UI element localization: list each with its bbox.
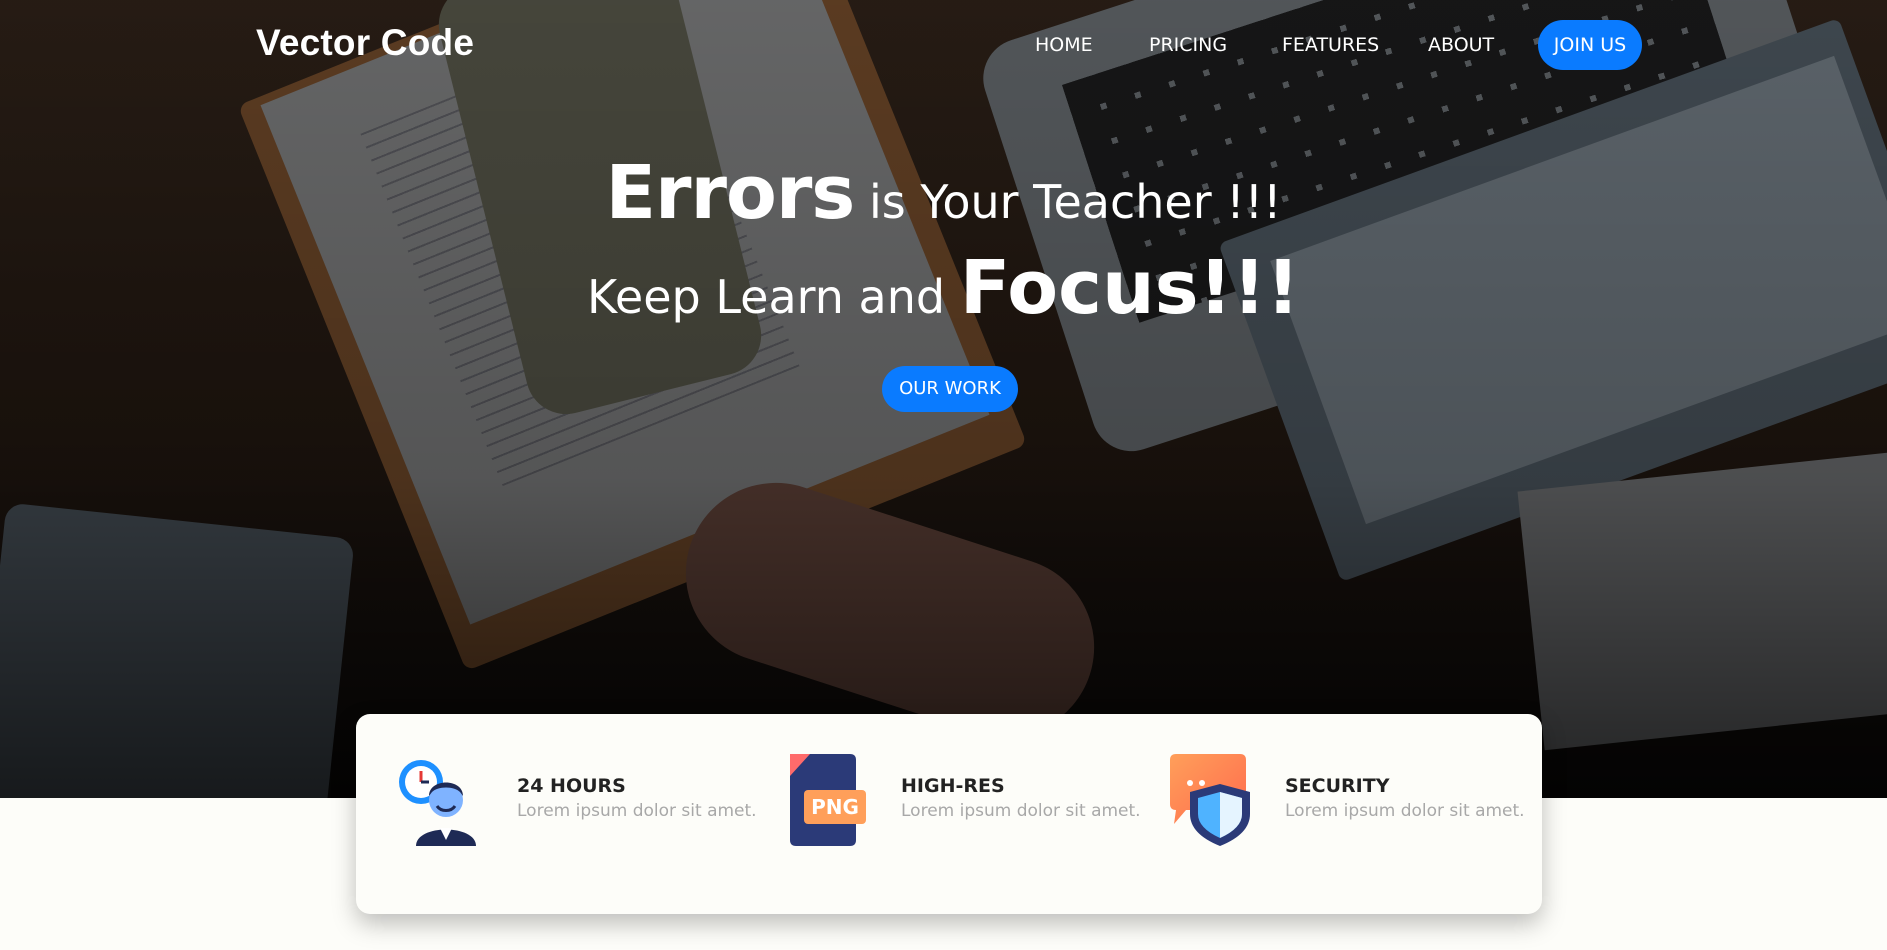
feature-title: SECURITY [1285, 775, 1390, 797]
hero-subheading-emphasis: Focus!!! [959, 245, 1300, 331]
hero-heading-text: is Your Teacher !!! [854, 175, 1282, 229]
feature-description: Lorem ipsum dolor sit amet. [517, 801, 757, 821]
png-label: PNG [811, 795, 859, 819]
hero-heading-line-1: Errors is Your Teacher !!! [0, 150, 1887, 236]
support-agent-clock-icon [399, 760, 476, 846]
nav-item-features[interactable]: FEATURES [1282, 34, 1379, 56]
feature-title: 24 HOURS [517, 775, 626, 797]
feature-item: PNG HIGH-RES Lorem ipsum dolor sit amet. [780, 754, 1150, 864]
brand-logo[interactable]: Vector Code [256, 22, 474, 64]
hero-heading-line-2: Keep Learn and Focus!!! [0, 245, 1887, 331]
nav-item-pricing[interactable]: PRICING [1149, 34, 1227, 56]
feature-description: Lorem ipsum dolor sit amet. [1285, 801, 1525, 821]
hero-heading-emphasis: Errors [605, 150, 855, 236]
feature-description: Lorem ipsum dolor sit amet. [901, 801, 1141, 821]
nav-item-about[interactable]: ABOUT [1428, 34, 1494, 56]
png-file-icon: PNG [790, 754, 866, 846]
join-us-button[interactable]: JOIN US [1538, 20, 1642, 70]
nav-item-home[interactable]: HOME [1035, 34, 1093, 56]
feature-item: SECURITY Lorem ipsum dolor sit amet. [1164, 754, 1534, 864]
feature-item: 24 HOURS Lorem ipsum dolor sit amet. [396, 754, 766, 864]
feature-title: HIGH-RES [901, 775, 1005, 797]
features-card: 24 HOURS Lorem ipsum dolor sit amet. PNG… [356, 714, 1542, 914]
chat-shield-icon [1170, 754, 1250, 846]
our-work-button[interactable]: OUR WORK [882, 366, 1018, 412]
hero-subheading-text: Keep Learn and [587, 270, 960, 324]
